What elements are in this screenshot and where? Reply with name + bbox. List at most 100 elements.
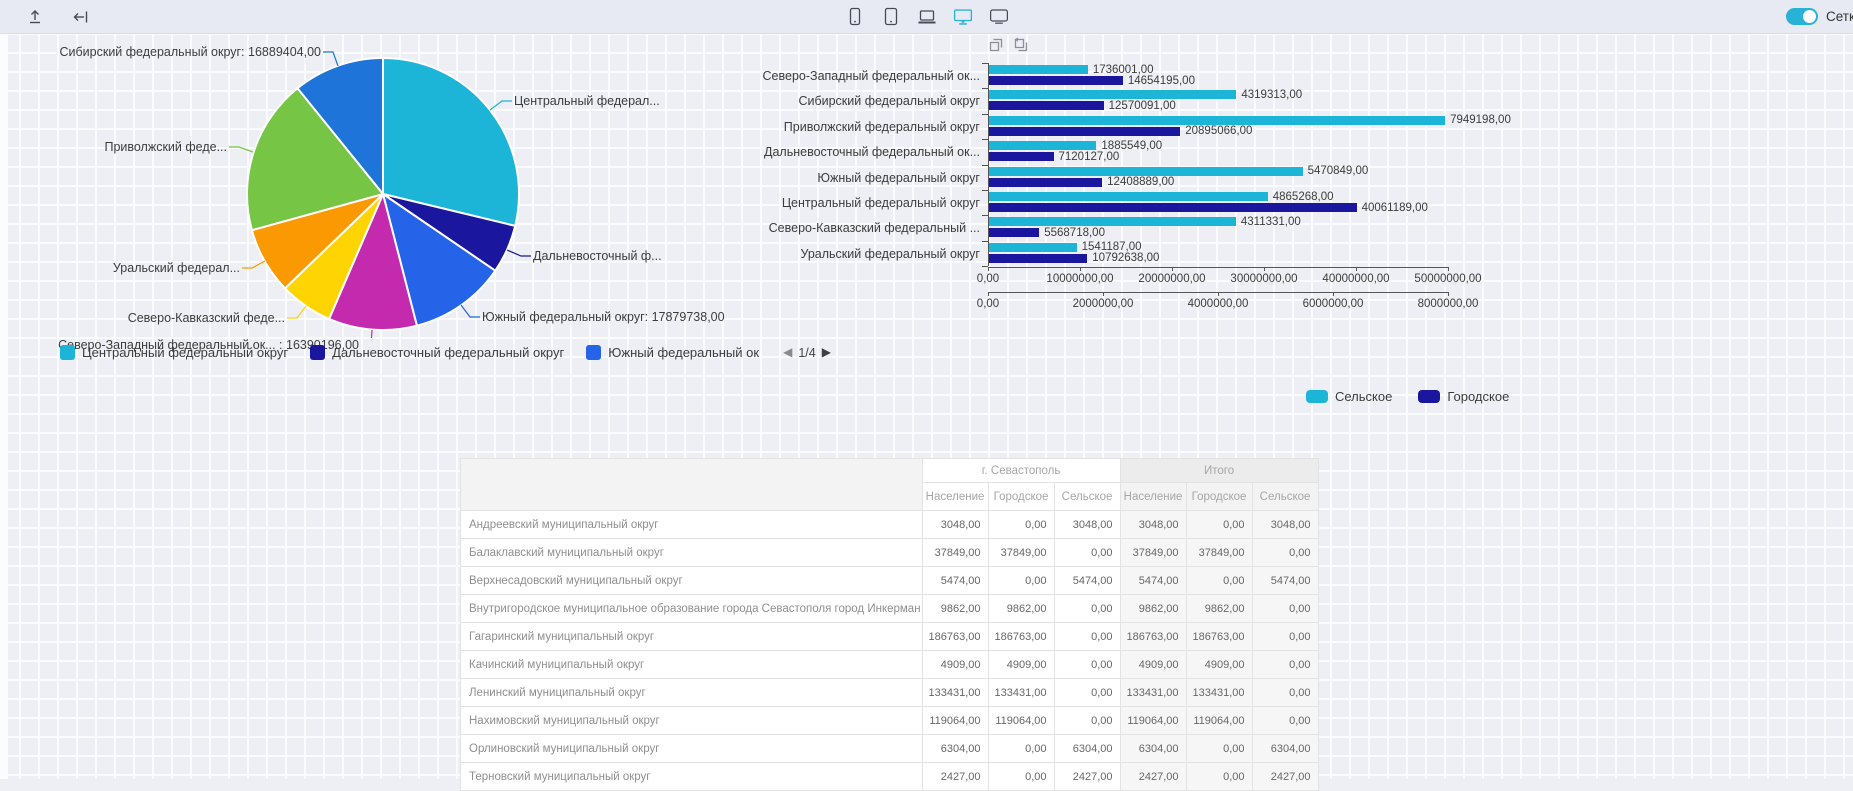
table-row[interactable]: Андреевский муниципальный округ3048,000,… — [461, 511, 1319, 539]
bar-urban[interactable] — [988, 101, 1104, 110]
grid-toggle[interactable] — [1786, 8, 1818, 25]
grid-toggle-label: Сетка — [1826, 9, 1853, 24]
table-row[interactable]: Орлиновский муниципальный округ6304,000,… — [461, 735, 1319, 763]
value-cell: 0,00 — [1054, 623, 1120, 651]
value-cell: 9862,00 — [922, 595, 988, 623]
bar-category-label: Уральский федеральный округ — [738, 247, 980, 261]
value-cell: 6304,00 — [922, 735, 988, 763]
export-icon[interactable] — [26, 8, 44, 26]
table-row[interactable]: Гагаринский муниципальный округ186763,00… — [461, 623, 1319, 651]
row-name-cell: Орлиновский муниципальный округ — [461, 735, 923, 763]
table-row[interactable]: Балаклавский муниципальный округ37849,00… — [461, 539, 1319, 567]
value-cell: 9862,00 — [988, 595, 1054, 623]
legend-swatch — [1418, 390, 1440, 403]
value-cell: 133431,00 — [1186, 679, 1252, 707]
legend-swatch — [1306, 390, 1328, 403]
bar-rural[interactable] — [988, 65, 1088, 74]
table-row[interactable]: Ленинский муниципальный округ133431,0013… — [461, 679, 1319, 707]
desktop-icon[interactable] — [953, 7, 973, 26]
bar-urban[interactable] — [988, 228, 1039, 237]
legend-prev-icon[interactable]: ◀ — [783, 345, 792, 360]
value-cell: 3048,00 — [1054, 511, 1120, 539]
table-column-header[interactable]: Сельское — [1252, 483, 1318, 511]
value-cell: 119064,00 — [988, 707, 1054, 735]
pie-leader-line-4 — [287, 306, 306, 318]
bar-legend-item[interactable]: Сельское — [1306, 389, 1392, 404]
table-row[interactable]: Качинский муниципальный округ4909,004909… — [461, 651, 1319, 679]
laptop-icon[interactable] — [917, 7, 937, 26]
pie-leader-line-5 — [242, 261, 265, 268]
value-cell: 5474,00 — [1120, 567, 1186, 595]
table-column-header[interactable]: Городское — [988, 483, 1054, 511]
bar-value-label: 10792638,00 — [1092, 252, 1159, 265]
legend-item-label: Центральный федеральный округ — [82, 345, 288, 360]
axis-tick — [988, 292, 989, 296]
legend-swatch — [60, 345, 75, 360]
bar-urban[interactable] — [988, 152, 1054, 161]
bar-urban[interactable] — [988, 76, 1123, 85]
row-name-cell: Андреевский муниципальный округ — [461, 511, 923, 539]
table-row[interactable]: Нахимовский муниципальный округ119064,00… — [461, 707, 1319, 735]
value-cell: 3048,00 — [922, 511, 988, 539]
bar-urban[interactable] — [988, 203, 1357, 212]
pie-legend-item[interactable]: Центральный федеральный округ — [60, 345, 288, 360]
bar-rural[interactable] — [988, 116, 1445, 125]
category-tick — [982, 215, 988, 216]
category-tick — [982, 63, 988, 64]
bar-value-label: 5568718,00 — [1044, 227, 1105, 240]
value-cell: 0,00 — [1186, 567, 1252, 595]
bar-rural[interactable] — [988, 167, 1303, 176]
value-cell: 5474,00 — [922, 567, 988, 595]
row-name-cell: Ленинский муниципальный округ — [461, 679, 923, 707]
bar-rural[interactable] — [988, 192, 1268, 201]
data-table-widget: г. СевастопольИтогоНаселениеГородскоеСел… — [460, 458, 1319, 791]
pie-legend-item[interactable]: Дальневосточный федеральный округ — [310, 345, 564, 360]
value-cell: 0,00 — [1054, 707, 1120, 735]
category-tick — [982, 165, 988, 166]
bar-urban[interactable] — [988, 178, 1102, 187]
phone-icon[interactable] — [845, 7, 865, 26]
axis-tick-label: 10000000,00 — [1046, 273, 1113, 285]
bar-rural[interactable] — [988, 217, 1236, 226]
pie-legend-item[interactable]: Южный федеральный ок — [586, 345, 759, 360]
value-cell: 9862,00 — [1120, 595, 1186, 623]
pivot-table: г. СевастопольИтогоНаселениеГородскоеСел… — [460, 458, 1319, 791]
category-tick — [982, 114, 988, 115]
table-column-header[interactable]: Население — [922, 483, 988, 511]
bar-rural[interactable] — [988, 243, 1077, 252]
axis-tick — [1172, 267, 1173, 271]
bar-legend-item[interactable]: Городское — [1418, 389, 1509, 404]
bar-rural[interactable] — [988, 141, 1096, 150]
table-column-header[interactable]: Сельское — [1054, 483, 1120, 511]
restore-icon[interactable] — [1013, 37, 1029, 53]
category-tick — [982, 190, 988, 191]
zoom-box-icon[interactable] — [988, 37, 1004, 53]
bar-value-label: 7120127,00 — [1059, 151, 1120, 164]
table-column-header[interactable]: Городское — [1186, 483, 1252, 511]
legend-item-label: Южный федеральный ок — [608, 345, 759, 360]
bar-urban[interactable] — [988, 254, 1087, 263]
bar-category-label: Южный федеральный округ — [738, 171, 980, 185]
value-cell: 5474,00 — [1054, 567, 1120, 595]
table-column-header[interactable]: Население — [1120, 483, 1186, 511]
value-cell: 3048,00 — [1120, 511, 1186, 539]
bar-urban[interactable] — [988, 127, 1180, 136]
legend-page-indicator: 1/4 — [798, 346, 815, 360]
bar-legend: Сельское Городское — [1306, 389, 1509, 404]
legend-next-icon[interactable]: ▶ — [822, 345, 831, 360]
value-cell: 6304,00 — [1120, 735, 1186, 763]
table-row[interactable]: Терновский муниципальный округ2427,000,0… — [461, 763, 1319, 791]
tablet-icon[interactable] — [881, 7, 901, 26]
table-row[interactable]: Внутригородское муниципальное образовани… — [461, 595, 1319, 623]
value-cell: 0,00 — [988, 735, 1054, 763]
axis-tick — [1448, 292, 1449, 296]
table-row[interactable]: Верхнесадовский муниципальный округ5474,… — [461, 567, 1319, 595]
pie-callout-label: Южный федеральный округ: 17879738,00 — [482, 310, 725, 324]
axis-tick — [1333, 292, 1334, 296]
bar-value-label: 20895066,00 — [1185, 125, 1252, 138]
value-cell: 186763,00 — [988, 623, 1054, 651]
back-icon[interactable] — [72, 8, 90, 26]
value-cell: 119064,00 — [1120, 707, 1186, 735]
bar-rural[interactable] — [988, 90, 1236, 99]
tv-icon[interactable] — [989, 7, 1009, 26]
